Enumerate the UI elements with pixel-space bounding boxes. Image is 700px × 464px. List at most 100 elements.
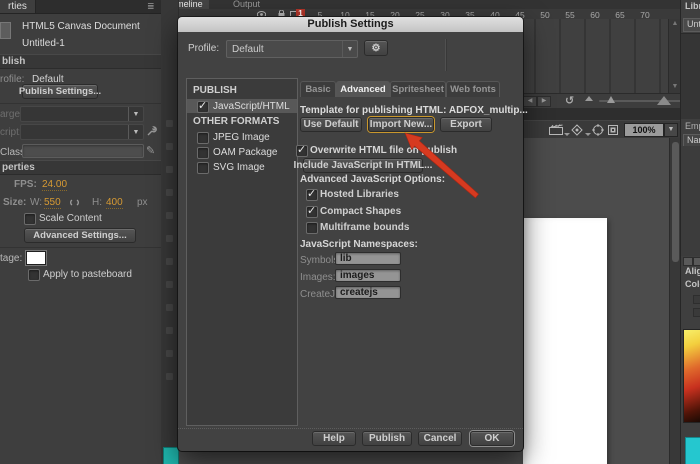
dialog-profile-dropdown[interactable]: Default ▼ [226, 40, 358, 58]
jpeg-checkbox[interactable] [197, 132, 209, 144]
tab-color[interactable]: Colo [685, 279, 700, 289]
profile-label: rofile: [0, 74, 25, 85]
script-dropdown[interactable]: ▼ [20, 124, 144, 140]
fill-color-swatch[interactable] [163, 447, 179, 464]
link-dimensions-icon[interactable] [68, 198, 81, 207]
dialog-profile-arrow-icon: ▼ [342, 41, 357, 57]
tab-webfonts[interactable]: Web fonts [446, 81, 500, 97]
target-dropdown[interactable]: ▼ [20, 106, 144, 122]
panel-menu-icon[interactable]: ≣ [147, 2, 155, 11]
target-dropdown-arrow-icon: ▼ [128, 107, 143, 121]
clip-content-icon[interactable] [608, 125, 618, 135]
format-svg[interactable]: SVG Image [187, 160, 297, 174]
advanced-settings-button[interactable]: Advanced Settings... [24, 228, 136, 243]
tool-icon[interactable] [166, 350, 173, 357]
color-swatch-cyan[interactable] [685, 437, 700, 464]
format-javascript-html[interactable]: JavaScript/HTML [187, 99, 297, 113]
help-button[interactable]: Help [312, 431, 356, 446]
stroke-color-button[interactable] [693, 308, 700, 317]
new-symbol-icon[interactable] [683, 257, 693, 266]
stage-scrollbar-thumb[interactable] [672, 142, 679, 262]
export-button[interactable]: Export [440, 117, 492, 132]
scroll-up-icon[interactable]: ▲ [671, 20, 679, 28]
tab-align[interactable]: Alig [685, 266, 700, 276]
svg-checkbox[interactable] [197, 162, 209, 174]
use-default-button[interactable]: Use Default [300, 117, 362, 132]
script-settings-wrench-icon[interactable] [146, 126, 157, 137]
tab-library[interactable]: Libra [685, 1, 700, 11]
stage-color-swatch[interactable] [26, 251, 46, 265]
hscroll-right-icon[interactable]: ▶ [537, 96, 551, 107]
tab-advanced[interactable]: Advanced [336, 81, 390, 97]
edit-scene-icon[interactable] [549, 124, 563, 135]
zoom-level-dropdown-icon[interactable]: ▼ [664, 123, 678, 137]
multiframe-bounds-checkbox[interactable] [306, 222, 318, 234]
edit-scene-caret-icon[interactable] [564, 133, 570, 136]
zoom-level-value[interactable]: 100% [624, 123, 664, 137]
publish-section-header[interactable]: blish [0, 54, 163, 69]
tool-icon[interactable] [166, 143, 173, 150]
tool-icon[interactable] [166, 281, 173, 288]
profile-options-gear-button[interactable]: ⚙ [364, 40, 388, 56]
zoom-out-frames-icon[interactable] [585, 96, 593, 101]
color-picker-gradient[interactable] [683, 329, 700, 423]
scroll-down-icon[interactable]: ▼ [671, 83, 679, 91]
tool-icon[interactable] [166, 327, 173, 334]
tools-strip [161, 0, 179, 464]
format-jpeg[interactable]: JPEG Image [187, 130, 297, 144]
edit-symbols-caret-icon[interactable] [585, 133, 591, 136]
ok-button[interactable]: OK [470, 431, 514, 446]
class-edit-pencil-icon[interactable]: ✎ [146, 144, 155, 157]
tool-icon[interactable] [166, 166, 173, 173]
tool-icon[interactable] [166, 235, 173, 242]
tab-output[interactable]: Output [227, 0, 266, 9]
width-value[interactable]: 550 [44, 197, 61, 209]
timeline-zoom-slider-thumb[interactable] [607, 96, 615, 103]
library-preview-area [681, 33, 700, 119]
tab-properties[interactable]: rties [0, 0, 36, 13]
import-new-button[interactable]: Import New... [368, 117, 434, 132]
document-name[interactable]: Untitled-1 [22, 38, 65, 49]
center-frame-icon[interactable] [592, 124, 604, 136]
divider [445, 39, 446, 71]
createjs-input[interactable] [335, 286, 401, 299]
library-document-dropdown[interactable]: Unt [683, 18, 700, 32]
loop-playback-icon[interactable]: ↺ [565, 94, 574, 107]
tool-icon[interactable] [166, 189, 173, 196]
publish-settings-button[interactable]: Publish Settings... [19, 84, 101, 99]
library-item-list[interactable] [681, 146, 700, 256]
edit-symbols-icon[interactable] [571, 124, 583, 136]
javascript-html-checkbox[interactable] [197, 99, 209, 113]
tool-icon[interactable] [166, 304, 173, 311]
publish-format-list: PUBLISH JavaScript/HTML OTHER FORMATS JP… [186, 78, 298, 426]
properties-section-header[interactable]: perties [0, 160, 163, 175]
apply-pasteboard-checkbox[interactable] [28, 269, 40, 281]
zoom-in-frames-icon[interactable] [657, 96, 671, 105]
dialog-title[interactable]: Publish Settings [178, 17, 523, 32]
tab-basic[interactable]: Basic [300, 81, 336, 97]
publish-settings-dialog: Publish Settings Profile: Default ▼ ⚙ PU… [178, 17, 528, 451]
oam-checkbox[interactable] [197, 147, 209, 159]
images-input[interactable] [335, 269, 401, 282]
tab-spritesheet[interactable]: Spritesheet [390, 81, 446, 97]
tool-icon[interactable] [166, 120, 173, 127]
scale-content-checkbox[interactable] [24, 213, 36, 225]
fps-value[interactable]: 24.00 [42, 179, 68, 191]
new-folder-icon[interactable] [693, 257, 700, 266]
publish-button[interactable]: Publish [362, 431, 412, 446]
class-input[interactable] [22, 144, 144, 158]
fill-color-button[interactable] [693, 295, 700, 304]
symbols-input[interactable] [335, 252, 401, 265]
tool-icon[interactable] [166, 373, 173, 380]
compact-shapes-label: Compact Shapes [320, 206, 402, 217]
compact-shapes-checkbox[interactable] [306, 204, 318, 218]
format-oam[interactable]: OAM Package [187, 145, 297, 159]
tool-icon[interactable] [166, 258, 173, 265]
height-value[interactable]: 400 [106, 197, 123, 209]
include-javascript-button[interactable]: Include JavaScript In HTML... [294, 158, 432, 173]
stage-canvas[interactable] [523, 218, 607, 464]
cancel-button[interactable]: Cancel [418, 431, 462, 446]
hosted-libraries-checkbox[interactable] [306, 187, 318, 201]
tool-icon[interactable] [166, 212, 173, 219]
overwrite-html-checkbox[interactable] [296, 143, 308, 157]
